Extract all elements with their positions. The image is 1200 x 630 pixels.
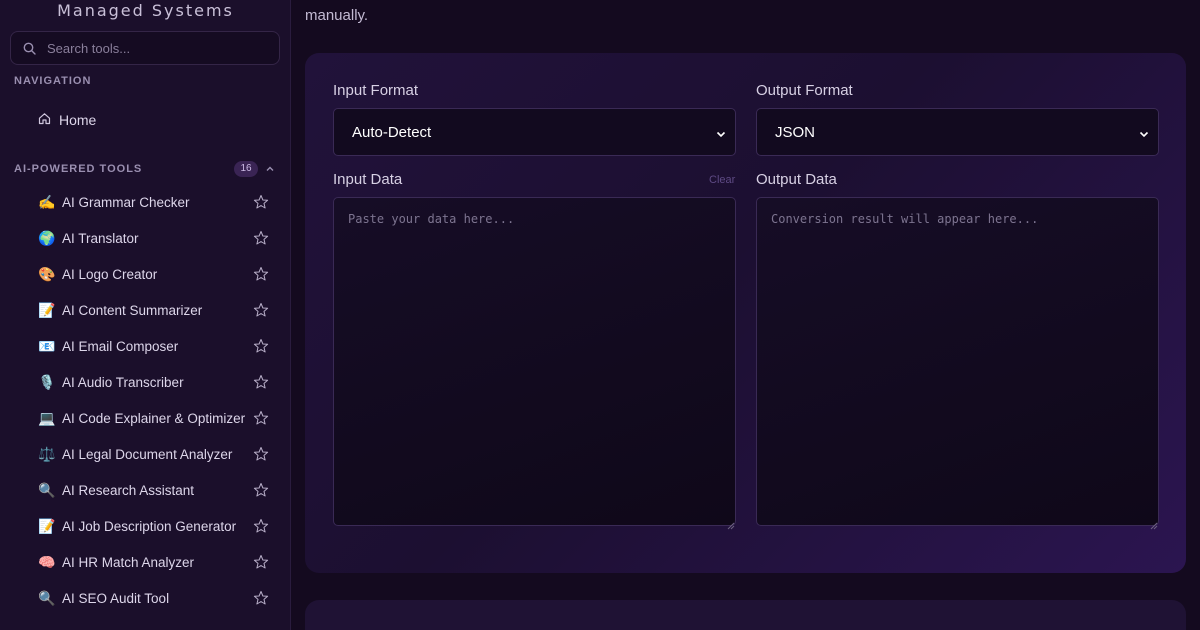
star-icon[interactable] (253, 230, 270, 247)
tool-label: AI Legal Document Analyzer (62, 446, 233, 462)
home-icon (38, 112, 51, 128)
sidebar-tool-item[interactable]: 📝 AI Content Summarizer (0, 292, 290, 328)
ai-tools-section-label: AI-POWERED TOOLS (14, 163, 143, 175)
sidebar-item-label: Home (59, 112, 97, 128)
resize-grip-icon[interactable] (1150, 517, 1158, 530)
star-icon[interactable] (253, 374, 270, 391)
search-box[interactable] (10, 31, 280, 65)
output-format-value: JSON (775, 123, 816, 141)
chevron-up-icon[interactable] (263, 162, 277, 176)
tool-label: AI Code Explainer & Optimizer (62, 410, 246, 426)
tool-label: AI SEO Audit Tool (62, 590, 170, 606)
input-data-textarea[interactable] (333, 197, 736, 526)
tool-emoji-icon: 📝 (38, 518, 56, 534)
star-icon[interactable] (253, 410, 270, 427)
tool-emoji-icon: 🧠 (38, 554, 56, 570)
sidebar-tool-item[interactable]: 🎨 AI Logo Creator (0, 256, 290, 292)
chevron-down-icon (1138, 127, 1150, 139)
sidebar: Managed Systems NAVIGATION Home AI-POWER… (0, 0, 291, 630)
tool-label: AI Translator (62, 230, 139, 246)
intro-text: manually. (305, 7, 369, 24)
tool-label: AI Content Summarizer (62, 302, 203, 318)
output-format-label: Output Format (756, 82, 853, 99)
sidebar-tool-item[interactable]: ✍️ AI Grammar Checker (0, 184, 290, 220)
star-icon[interactable] (253, 518, 270, 535)
star-icon[interactable] (253, 590, 270, 607)
tool-label: AI Logo Creator (62, 266, 158, 282)
tool-label: AI Grammar Checker (62, 194, 190, 210)
tool-list: ✍️ AI Grammar Checker 🌍 AI Translator 🎨 AI Lo… (0, 184, 290, 616)
tool-emoji-icon: 📝 (38, 302, 56, 318)
sidebar-tool-item[interactable]: 🌍 AI Translator (0, 220, 290, 256)
tool-emoji-icon: 🔍 (38, 482, 56, 498)
sidebar-tool-item[interactable]: 🔍 AI SEO Audit Tool (0, 580, 290, 616)
tool-emoji-icon: ✍️ (38, 194, 56, 210)
converter-card: Input Format Output Format Auto-Detect J… (305, 53, 1186, 573)
star-icon[interactable] (253, 446, 270, 463)
tool-emoji-icon: 🔍 (38, 590, 56, 606)
tool-emoji-icon: 💻 (38, 410, 56, 426)
brand-title: Managed Systems (57, 1, 234, 20)
star-icon[interactable] (253, 482, 270, 499)
app-root: Managed Systems NAVIGATION Home AI-POWER… (0, 0, 1200, 630)
search-icon (23, 41, 37, 55)
star-icon[interactable] (253, 194, 270, 211)
tool-label: AI Research Assistant (62, 482, 195, 498)
sidebar-tool-item[interactable]: 📝 AI Job Description Generator (0, 508, 290, 544)
input-format-label: Input Format (333, 82, 419, 99)
input-data-label: Input Data (333, 171, 403, 188)
star-icon[interactable] (253, 302, 270, 319)
star-icon[interactable] (253, 554, 270, 571)
tool-label: AI Audio Transcriber (62, 374, 184, 390)
sidebar-tool-item[interactable]: 🧠 AI HR Match Analyzer (0, 544, 290, 580)
secondary-card (305, 600, 1186, 630)
tool-emoji-icon: 🎙️ (38, 374, 56, 390)
sidebar-tool-item[interactable]: 💻 AI Code Explainer & Optimizer (0, 400, 290, 436)
output-data-textarea[interactable] (756, 197, 1159, 526)
sidebar-tool-item[interactable]: 📧 AI Email Composer (0, 328, 290, 364)
star-icon[interactable] (253, 338, 270, 355)
main-content: manually. Input Format Output Format Aut… (291, 0, 1200, 630)
output-format-select[interactable]: JSON (756, 108, 1159, 156)
tool-emoji-icon: ⚖️ (38, 446, 56, 462)
chevron-down-icon (715, 127, 727, 139)
tools-count-badge: 16 (234, 161, 258, 177)
sidebar-tool-item[interactable]: ⚖️ AI Legal Document Analyzer (0, 436, 290, 472)
tool-label: AI Email Composer (62, 338, 179, 354)
tool-label: AI Job Description Generator (62, 518, 237, 534)
search-input[interactable] (47, 40, 267, 56)
sidebar-tool-item[interactable]: 🎙️ AI Audio Transcriber (0, 364, 290, 400)
output-data-label: Output Data (756, 171, 837, 188)
resize-grip-icon[interactable] (727, 517, 735, 530)
clear-button[interactable]: Clear (709, 174, 735, 186)
sidebar-item-home[interactable]: Home (38, 110, 96, 130)
tool-emoji-icon: 📧 (38, 338, 56, 354)
star-icon[interactable] (253, 266, 270, 283)
input-format-select[interactable]: Auto-Detect (333, 108, 736, 156)
tool-label: AI HR Match Analyzer (62, 554, 195, 570)
navigation-section-label: NAVIGATION (14, 75, 92, 87)
tool-emoji-icon: 🎨 (38, 266, 56, 282)
sidebar-tool-item[interactable]: 🔍 AI Research Assistant (0, 472, 290, 508)
input-format-value: Auto-Detect (352, 123, 432, 141)
tool-emoji-icon: 🌍 (38, 230, 56, 246)
